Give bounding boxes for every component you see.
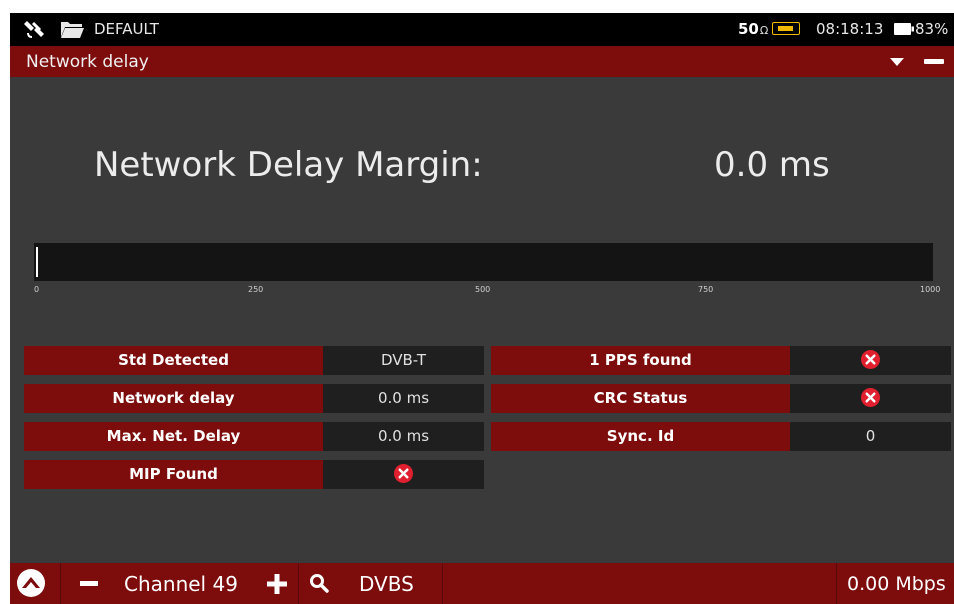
scale-label-750: 750 (698, 285, 714, 294)
param-label: CRC Status (491, 384, 790, 413)
channel-down-button[interactable] (80, 581, 98, 586)
profile-name: DEFAULT (94, 20, 159, 38)
window-title-bar: Network delay (10, 46, 954, 77)
param-label: 1 PPS found (491, 346, 790, 375)
home-menu-button[interactable] (16, 568, 46, 598)
param-row-mip-found: MIP Found (24, 460, 484, 489)
delay-margin-bar (34, 243, 933, 281)
scale-label-250: 250 (248, 285, 264, 294)
param-value: 0.0 ms (323, 422, 484, 451)
page-title: Network delay (26, 52, 149, 72)
battery-icon (894, 23, 914, 35)
param-label: Sync. Id (491, 422, 790, 451)
meter-screen: DEFAULT 50Ω 08:18:13 83% Network delay N… (10, 13, 954, 604)
channel-label[interactable]: Channel 49 (124, 571, 238, 597)
param-value: 0 (790, 422, 951, 451)
param-row-max-net-delay: Max. Net. Delay 0.0 ms (24, 422, 484, 451)
param-value: 0.0 ms (323, 384, 484, 413)
param-row-sync-id: Sync. Id 0 (491, 422, 951, 451)
bottom-toolbar: Channel 49 DVBS 0.00 Mbps (10, 563, 954, 604)
param-row-crc-status: CRC Status (491, 384, 951, 413)
folder-icon[interactable] (60, 19, 84, 39)
lnb-voltage-icon (772, 22, 800, 35)
param-value (790, 346, 951, 375)
error-x-icon (861, 387, 880, 407)
error-x-icon (861, 349, 880, 369)
scale-label-500: 500 (475, 285, 491, 294)
clock: 08:18:13 (816, 20, 884, 38)
minimize-button[interactable] (924, 59, 944, 64)
delay-margin-value: 0.0 ms (714, 145, 830, 185)
battery-percent: 83% (915, 20, 949, 38)
scale-label-1000: 1000 (920, 285, 941, 294)
satellite-icon (24, 21, 44, 38)
channel-up-button[interactable] (267, 574, 287, 594)
error-x-icon (394, 463, 413, 483)
param-value: DVB-T (323, 346, 484, 375)
param-label: Std Detected (24, 346, 323, 375)
impedance-indicator: 50Ω (738, 19, 768, 41)
param-row-network-delay: Network delay 0.0 ms (24, 384, 484, 413)
param-row-1pps-found: 1 PPS found (491, 346, 951, 375)
delay-margin-label: Network Delay Margin: (94, 145, 483, 185)
impedance-unit: Ω (759, 24, 769, 37)
param-value (790, 384, 951, 413)
delay-margin-marker (36, 247, 38, 277)
impedance-value: 50 (738, 20, 759, 38)
main-content: Network Delay Margin: 0.0 ms 0 250 500 7… (10, 77, 954, 563)
param-label: MIP Found (24, 460, 323, 489)
param-label: Network delay (24, 384, 323, 413)
search-icon[interactable] (309, 573, 329, 593)
param-label: Max. Net. Delay (24, 422, 323, 451)
param-value (323, 460, 484, 489)
dropdown-arrow-icon[interactable] (890, 57, 904, 67)
standard-selector[interactable]: DVBS (359, 571, 414, 597)
bitrate-readout: 0.00 Mbps (847, 573, 946, 595)
status-bar: DEFAULT 50Ω 08:18:13 83% (10, 13, 954, 46)
scale-label-0: 0 (34, 285, 40, 294)
param-row-std-detected: Std Detected DVB-T (24, 346, 484, 375)
